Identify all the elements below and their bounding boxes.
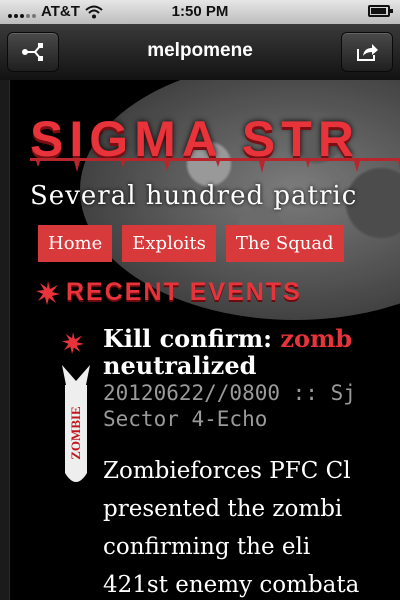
post-meta: 20120622//0800 :: Sj Sector 4-Echo — [103, 380, 400, 432]
section-header: RECENT EVENTS — [36, 278, 302, 307]
post-meta-line: Sector 4-Echo — [103, 407, 268, 431]
page-title: melpomene — [147, 40, 253, 61]
starburst-icon — [36, 280, 60, 305]
battery-icon — [368, 5, 393, 17]
browser-toolbar: melpomene — [0, 24, 400, 81]
section-title: RECENT EVENTS — [66, 278, 302, 306]
post-body: Zombieforces PFC Cl presented the zombi … — [103, 452, 400, 600]
post-title-prefix: Kill confirm: — [103, 324, 281, 353]
zombie-bomb-badge: ZOMBIE — [56, 363, 96, 493]
body-line: presented the zombi — [103, 496, 343, 522]
nav-the-squad[interactable]: The Squad — [225, 225, 344, 262]
export-button[interactable] — [341, 32, 393, 72]
blood-drip-decoration — [30, 158, 400, 173]
status-bar: AT&T 1:50 PM — [0, 0, 400, 24]
web-page[interactable]: SIGMA STR Several hundred patric Home Ex… — [0, 80, 400, 600]
post-meta-line: 20120622//0800 :: Sj — [103, 381, 356, 405]
nav-exploits[interactable]: Exploits — [122, 225, 216, 262]
post-title-accent: zomb — [280, 324, 353, 353]
body-line: 421st enemy combata — [103, 572, 360, 598]
site-tagline: Several hundred patric — [30, 181, 358, 211]
post-title[interactable]: Kill confirm: zomb neutralized — [103, 325, 400, 379]
body-line: confirming the eli — [103, 534, 311, 560]
export-icon — [357, 44, 378, 61]
post-starburst-icon — [62, 332, 84, 354]
clock: 1:50 PM — [171, 3, 229, 20]
bomb-label: ZOMBIE — [68, 406, 83, 460]
page-edge — [0, 80, 10, 600]
post-title-rest: neutralized — [103, 351, 257, 380]
body-line: Zombieforces PFC Cl — [103, 458, 351, 484]
nav-home[interactable]: Home — [38, 225, 113, 262]
main-nav: Home Exploits The Squad — [38, 225, 344, 262]
